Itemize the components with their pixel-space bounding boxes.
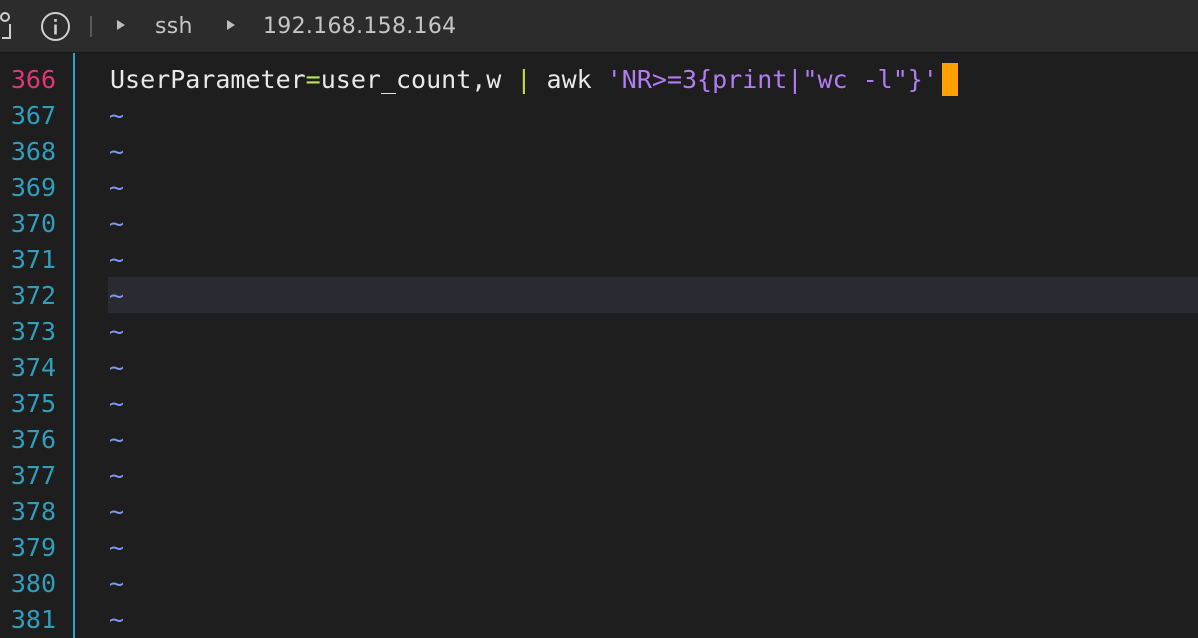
code-command: awk [531,65,607,94]
line-number: 377 [10,461,56,490]
info-icon[interactable] [40,11,71,42]
line-number: 381 [10,605,56,634]
editor-line[interactable]: 372 ~ [0,278,1198,314]
breadcrumb-item-host[interactable]: 192.168.158.164 [263,13,456,41]
editor-line[interactable]: 371 ~ [0,242,1198,278]
code-operator: = [305,65,321,94]
empty-line-marker: ~ [109,317,125,346]
empty-line-marker: ~ [109,533,125,562]
empty-line-marker: ~ [109,101,125,130]
empty-line-marker: ~ [109,605,125,634]
line-number: 372 [10,281,56,310]
breadcrumb-bar: ssh 192.168.158.164 [0,0,1198,53]
editor-line[interactable]: 377 ~ [0,458,1198,494]
chevron-right-icon [227,20,235,30]
empty-line-marker: ~ [109,353,125,382]
editor-line[interactable]: 380 ~ [0,566,1198,602]
empty-line-marker: ~ [109,569,125,598]
code-key: UserParameter [110,65,306,94]
empty-line-marker: ~ [109,173,125,202]
line-number: 366 [10,65,56,94]
editor-line[interactable]: 370 ~ [0,206,1198,242]
empty-line-marker: ~ [109,389,125,418]
line-number: 378 [10,497,56,526]
line-number: 373 [10,317,56,346]
line-number: 370 [10,209,56,238]
empty-line-marker: ~ [109,281,125,310]
terminal-editor[interactable]: 366 UserParameter=user_count,w | awk 'NR… [0,53,1198,638]
empty-line-marker: ~ [109,245,125,274]
editor-line[interactable]: 367 ~ [0,98,1198,134]
editor-line[interactable]: 376 ~ [0,422,1198,458]
line-number: 368 [10,137,56,166]
chevron-right-icon [117,20,125,30]
empty-line-marker: ~ [109,461,125,490]
line-number: 374 [10,353,56,382]
editor-line[interactable]: 375 ~ [0,386,1198,422]
editor-line[interactable]: 381 ~ [0,602,1198,638]
empty-line-marker: ~ [109,425,125,454]
line-number: 379 [10,533,56,562]
line-number: 371 [10,245,56,274]
line-number: 375 [10,389,56,418]
editor-line[interactable]: 368 ~ [0,134,1198,170]
editor-line[interactable]: 374 ~ [0,350,1198,386]
breadcrumb-item-ssh[interactable]: ssh [155,13,193,41]
editor-line[interactable]: 378 ~ [0,494,1198,530]
code-pipe: | [516,65,532,94]
empty-line-marker: ~ [109,137,125,166]
line-number: 380 [10,569,56,598]
code-string: 'NR>=3{print|"wc -l"}' [606,65,938,94]
code-value: user_count,w [320,65,517,94]
code-text[interactable]: UserParameter=user_count,w | awk 'NR>=3{… [110,62,958,98]
editor-line[interactable]: 373 ~ [0,314,1198,350]
line-number: 369 [10,173,56,202]
empty-line-marker: ~ [109,209,125,238]
editor-line[interactable]: 369 ~ [0,170,1198,206]
editor-line[interactable]: 366 UserParameter=user_count,w | awk 'NR… [0,62,1198,98]
partial-icon [0,12,11,39]
empty-line-marker: ~ [109,497,125,526]
divider [90,16,92,37]
line-number: 376 [10,425,56,454]
editor-line[interactable]: 379 ~ [0,530,1198,566]
text-cursor [941,63,958,96]
line-number: 367 [10,101,56,130]
